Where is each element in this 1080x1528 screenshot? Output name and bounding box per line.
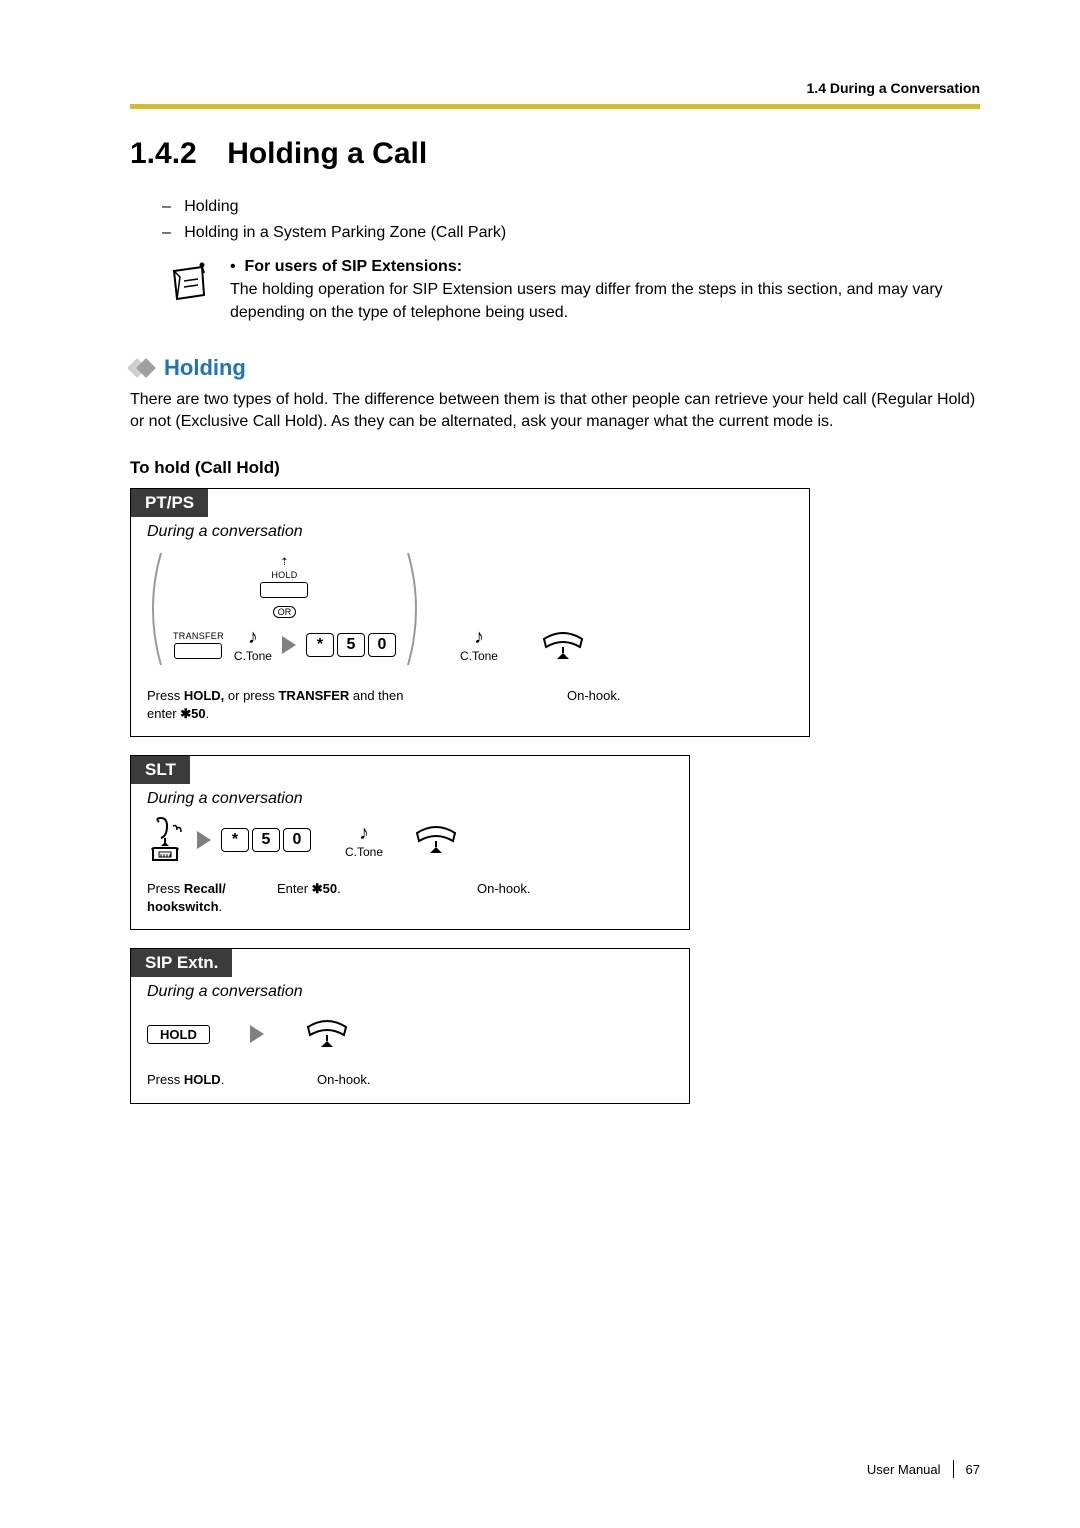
body-paragraph: There are two types of hold. The differe…	[130, 389, 980, 434]
step-caption: Press Recall/ hookswitch.	[147, 880, 257, 915]
section-title: Holding a Call	[227, 137, 427, 170]
accent-bar	[130, 104, 980, 109]
procedure-box-slt: SLT During a conversation	[130, 755, 690, 930]
keypad-code: * 5 0	[221, 828, 311, 852]
key-5: 5	[337, 633, 365, 657]
tone-icon: ♪	[359, 822, 369, 845]
procedure-context: During a conversation	[131, 517, 809, 543]
section-heading: 1.4.2 Holding a Call	[130, 137, 980, 171]
page-number: 67	[966, 1462, 980, 1477]
list-item: Holding	[184, 198, 238, 215]
onhook-icon	[413, 823, 459, 857]
ctone-label: C.Tone	[234, 649, 272, 663]
ctone-label: C.Tone	[345, 845, 383, 859]
procedure-tab: SLT	[131, 756, 190, 784]
tone-icon: ♪	[248, 626, 258, 649]
step-caption: On-hook.	[477, 880, 530, 915]
page-footer: User Manual 67	[867, 1460, 980, 1478]
breadcrumb: 1.4 During a Conversation	[130, 80, 980, 96]
arrow-icon	[282, 636, 296, 654]
transfer-key-icon	[174, 643, 222, 659]
arrow-icon	[197, 831, 211, 849]
section-number: 1.4.2	[130, 137, 197, 171]
key-0: 0	[368, 633, 396, 657]
onhook-icon	[540, 629, 586, 663]
topic-list: – Holding – Holding in a System Parking …	[130, 195, 980, 245]
list-item: Holding in a System Parking Zone (Call P…	[184, 224, 506, 241]
subheading: Holding	[164, 355, 246, 381]
hold-button-icon: HOLD	[147, 1025, 210, 1044]
key-star: *	[221, 828, 249, 852]
step-caption: Press HOLD.	[147, 1071, 267, 1089]
key-0: 0	[283, 828, 311, 852]
note-text: The holding operation for SIP Extension …	[230, 278, 980, 324]
onhook-icon	[304, 1017, 350, 1051]
transfer-key-label: TRANSFER	[173, 631, 224, 641]
step-caption: On-hook.	[567, 687, 620, 722]
ctone-label: C.Tone	[460, 649, 498, 663]
procedure-tab: PT/PS	[131, 489, 208, 517]
diamond-icon	[130, 358, 156, 378]
hold-key-icon	[260, 582, 308, 598]
option-group: ⇡ HOLD OR TRANSFER ♪ C.	[147, 549, 422, 671]
note-icon	[162, 259, 212, 314]
arrow-up-icon: ⇡	[280, 557, 288, 568]
keypad-code: * 5 0	[306, 633, 396, 657]
footer-label: User Manual	[867, 1462, 941, 1477]
note-block: • For users of SIP Extensions: The holdi…	[130, 255, 980, 325]
note-title: For users of SIP Extensions:	[245, 258, 463, 275]
or-badge: OR	[273, 606, 297, 618]
subheading-row: Holding	[130, 355, 980, 381]
hold-key-label: HOLD	[271, 570, 297, 580]
arrow-icon	[250, 1025, 264, 1043]
procedure-context: During a conversation	[131, 977, 689, 1003]
procedure-box-ptps: PT/PS During a conversation ⇡ HOLD OR	[130, 488, 810, 737]
procedure-tab: SIP Extn.	[131, 949, 232, 977]
step-caption: Enter ✱50.	[277, 880, 387, 915]
instruction-title: To hold (Call Hold)	[130, 458, 980, 478]
key-5: 5	[252, 828, 280, 852]
procedure-context: During a conversation	[131, 784, 689, 810]
hookswitch-icon	[147, 816, 187, 864]
step-caption: On-hook.	[317, 1071, 370, 1089]
procedure-box-sip: SIP Extn. During a conversation HOLD	[130, 948, 690, 1104]
key-star: *	[306, 633, 334, 657]
tone-icon: ♪	[474, 626, 484, 649]
step-caption: Press HOLD, or press TRANSFER and then e…	[147, 687, 407, 722]
